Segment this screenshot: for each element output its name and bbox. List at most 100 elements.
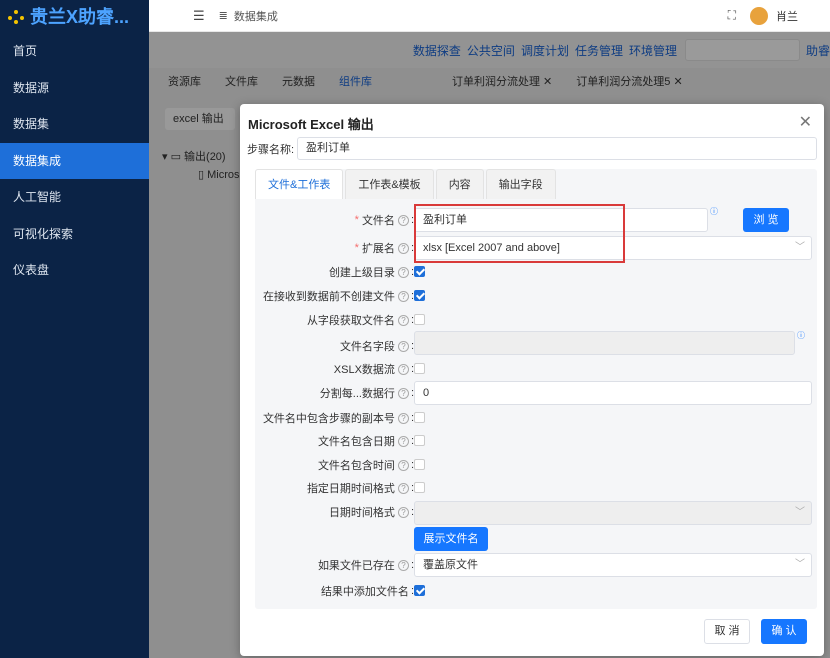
tree-node[interactable]: ▾ ▭ 输出(20)	[162, 148, 226, 164]
chevron-down-icon: ﹀	[795, 507, 805, 518]
avatar[interactable]	[750, 6, 768, 25]
sidebar-item-ai[interactable]: 人工智能	[0, 179, 149, 216]
create-parent-label: 创建上级目录?:	[328, 266, 414, 279]
help-icon[interactable]: ?	[397, 266, 409, 278]
tab-content[interactable]: 内容	[435, 169, 484, 199]
date-label: 文件名包含日期?:	[317, 435, 414, 448]
doc-tabs: 订单利润分流处理 ✕ 订单利润分流处理5 ✕	[440, 68, 695, 96]
if-exists-select[interactable]: 覆盖原文件 ﹀	[414, 553, 812, 577]
help-icon[interactable]: ?	[397, 559, 409, 571]
no-file-checkbox[interactable]	[414, 290, 425, 301]
help-icon[interactable]: ?	[397, 363, 409, 375]
xlsx-stream-checkbox[interactable]	[414, 363, 425, 374]
left-tabs: 资源库 文件库 元数据 组件库	[156, 68, 384, 96]
tab-output-fields[interactable]: 输出字段	[485, 169, 556, 199]
tab-files[interactable]: 文件库	[213, 69, 270, 95]
doc-tab-label: 订单利润分流处理	[452, 76, 540, 88]
help-icon[interactable]: ?	[397, 482, 409, 494]
split-text: 分割每...数据行	[319, 388, 395, 400]
help-icon[interactable]: ?	[397, 435, 409, 447]
tab-file-sheet[interactable]: 文件&工作表	[255, 169, 344, 199]
sidebar-item-dataset[interactable]: 数据集	[0, 106, 149, 143]
row-add-to-result: 结果中添加文件名:	[240, 581, 824, 601]
date-text: 文件名包含日期	[317, 436, 395, 448]
tab-sheet-template[interactable]: 工作表&模板	[345, 169, 434, 199]
subnav-item[interactable]: 调度计划	[521, 42, 569, 59]
create-parent-checkbox[interactable]	[414, 266, 425, 277]
sidebar-item-datasource[interactable]: 数据源	[0, 70, 149, 107]
subnav-right[interactable]: 助睿	[806, 42, 830, 59]
subnav-item[interactable]: 任务管理	[575, 42, 623, 59]
from-field-checkbox[interactable]	[414, 314, 425, 325]
sidebar-item-integration[interactable]: 数据集成	[0, 142, 149, 179]
step-name-input[interactable]: 盈利订单	[297, 137, 817, 160]
ext-label-text: 扩展名	[361, 243, 395, 255]
list-icon: ≣	[218, 10, 228, 22]
sidebar-item-dashboard[interactable]: 仪表盘	[0, 252, 149, 289]
tree-child-label: Micros	[207, 169, 240, 181]
username[interactable]: 肖兰	[776, 8, 798, 24]
help-icon[interactable]: ?	[397, 242, 409, 254]
split-input[interactable]: 0	[414, 381, 812, 405]
help-icon[interactable]: ?	[397, 387, 409, 399]
tree-search-input[interactable]: excel 输出	[165, 108, 235, 130]
stepnr-text: 文件名中包含步骤的副本号	[262, 413, 395, 425]
help-icon[interactable]: ?	[397, 459, 409, 471]
subnav-item[interactable]: 公共空间	[467, 42, 515, 59]
close-icon[interactable]: ✕	[799, 112, 812, 132]
tree-child[interactable]: ▯ Micros	[198, 168, 240, 181]
dialog-tabs: 文件&工作表 工作表&模板 内容 输出字段	[255, 169, 558, 199]
fullscreen-icon[interactable]: ⛶	[728, 8, 736, 23]
doc-tab[interactable]: 订单利润分流处理5 ✕	[564, 69, 694, 95]
filename-field-label: 文件名字段?:	[339, 340, 414, 353]
row-specify-format: 指定日期时间格式?:	[240, 478, 824, 498]
doc-tab[interactable]: 订单利润分流处理 ✕	[440, 69, 564, 95]
info-icon[interactable]: ⓘ	[797, 330, 805, 341]
date-checkbox[interactable]	[414, 435, 425, 446]
tab-resource[interactable]: 资源库	[156, 69, 213, 95]
app-logo[interactable]: 贵兰X助睿...	[0, 0, 149, 32]
info-icon[interactable]: ⓘ	[710, 206, 718, 217]
browse-button[interactable]: 浏 览	[743, 208, 789, 232]
datetime-format-text: 日期时间格式	[328, 507, 395, 519]
specify-format-checkbox[interactable]	[414, 482, 425, 493]
if-exists-value: 覆盖原文件	[423, 559, 478, 571]
add-result-text: 结果中添加文件名	[320, 586, 409, 598]
breadcrumb: 数据集成	[233, 10, 278, 23]
env-select[interactable]	[684, 39, 800, 61]
dialog-title: Microsoft Excel 输出	[248, 117, 374, 132]
row-if-exists: 如果文件已存在?: 覆盖原文件 ﹀	[240, 553, 824, 577]
confirm-button[interactable]: 确 认	[761, 619, 807, 644]
datetime-format-select[interactable]: ﹀	[414, 501, 812, 525]
cancel-button[interactable]: 取 消	[704, 619, 750, 644]
help-icon[interactable]: ?	[397, 290, 409, 302]
menu-fold-icon[interactable]: ☰	[193, 8, 205, 24]
subnav-item[interactable]: 环境管理	[629, 42, 677, 59]
datetime-format-label: 日期时间格式?:	[328, 506, 414, 519]
tree-node-label: 输出(20)	[184, 151, 226, 163]
from-field-text: 从字段获取文件名	[306, 315, 395, 327]
stepnr-checkbox[interactable]	[414, 412, 425, 423]
sidebar-item-visual[interactable]: 可视化探索	[0, 216, 149, 253]
show-filename-button[interactable]: 展示文件名	[414, 527, 488, 551]
sidebar-item-home[interactable]: 首页	[0, 33, 149, 70]
help-icon[interactable]: ?	[397, 214, 409, 226]
split-label: 分割每...数据行?:	[319, 387, 414, 400]
tab-components[interactable]: 组件库	[327, 69, 384, 95]
add-result-checkbox[interactable]	[414, 585, 425, 596]
help-icon[interactable]: ?	[397, 340, 409, 352]
from-field-label: 从字段获取文件名?:	[306, 314, 414, 327]
no-file-text: 在接收到数据前不创建文件	[262, 291, 395, 303]
app-title: 贵兰X助睿...	[30, 7, 130, 27]
help-icon[interactable]: ?	[397, 314, 409, 326]
filename-field-select[interactable]	[414, 331, 795, 355]
help-icon[interactable]: ?	[397, 412, 409, 424]
row-datetime-format: 日期时间格式?: ﹀	[240, 501, 824, 525]
time-checkbox[interactable]	[414, 459, 425, 470]
add-result-label: 结果中添加文件名:	[320, 585, 414, 598]
row-xlsx-stream: XSLX数据流?:	[240, 359, 824, 379]
help-icon[interactable]: ?	[397, 506, 409, 518]
subnav-item[interactable]: 数据探查	[413, 42, 461, 59]
stepnr-label: 文件名中包含步骤的副本号?:	[262, 412, 414, 425]
tab-metadata[interactable]: 元数据	[270, 69, 327, 95]
